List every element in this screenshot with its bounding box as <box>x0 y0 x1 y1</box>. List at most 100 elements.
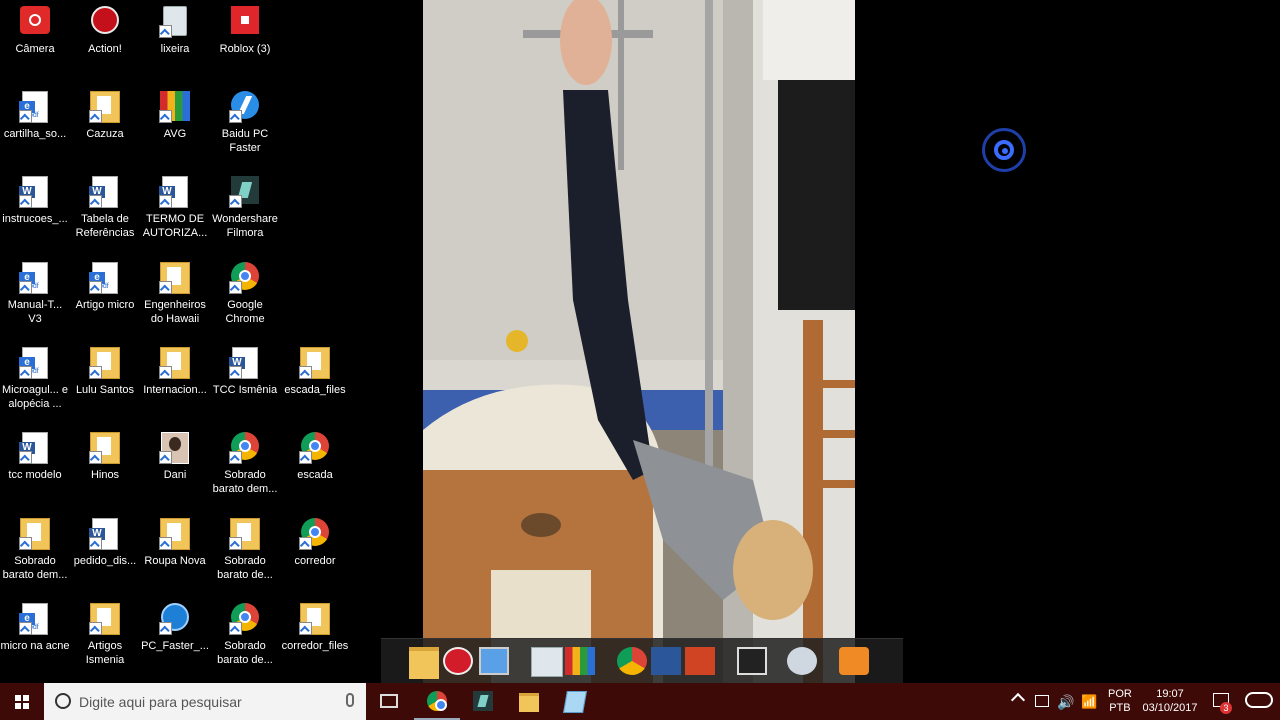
desktop-icon[interactable]: Action! <box>70 0 140 84</box>
video-player-frame[interactable] <box>423 0 855 683</box>
desktop-icon[interactable]: Sobrado barato dem... <box>0 512 70 596</box>
desktop-icon-label: corredor <box>294 555 336 567</box>
folder-icon <box>89 603 121 635</box>
microphone-icon[interactable] <box>346 693 354 707</box>
pdf-icon: e pdf <box>89 262 121 294</box>
folder-icon <box>89 432 121 464</box>
chevron-up-icon[interactable] <box>1010 692 1026 708</box>
pcfaster-icon <box>159 603 191 635</box>
desktop-icon[interactable]: Artigos Ismenia <box>70 597 140 681</box>
chrome-icon <box>229 432 261 464</box>
dock-avg-icon[interactable] <box>565 647 595 675</box>
search-placeholder: Digite aqui para pesquisar <box>79 694 242 710</box>
dock-powerpoint-icon[interactable] <box>685 647 715 675</box>
desktop-icon[interactable]: W Tabela de Referências <box>70 170 140 254</box>
task-view-icon[interactable] <box>380 694 398 708</box>
dock-recycle-bin-icon[interactable] <box>531 647 563 677</box>
desktop-icon[interactable]: Sobrado barato de... <box>210 512 280 596</box>
desktop-icon-label: AVG <box>163 128 187 140</box>
desktop-icon-label: lixeira <box>160 43 190 55</box>
action-icon <box>89 6 121 38</box>
desktop-icon[interactable]: corredor_files <box>280 597 350 681</box>
chrome-icon <box>427 691 447 711</box>
desktop-icon[interactable]: escada_files <box>280 341 350 425</box>
desktop-icon[interactable]: e pdf cartilha_so... <box>0 85 70 169</box>
desktop-icon[interactable]: Dani <box>140 426 210 510</box>
desktop-icon[interactable]: e pdf Artigo micro <box>70 256 140 340</box>
taskbar-app-file-explorer[interactable] <box>506 683 552 720</box>
desktop-icon[interactable]: Wpedido_dis... <box>70 512 140 596</box>
loading-indicator-icon <box>982 128 1026 172</box>
desktop-icon[interactable]: Cazuza <box>70 85 140 169</box>
dock-record-icon[interactable] <box>443 647 473 675</box>
desktop-icon[interactable]: AVG <box>140 85 210 169</box>
chrome-icon <box>299 432 331 464</box>
folder-icon <box>159 262 191 294</box>
word-icon: W <box>159 176 191 208</box>
desktop-icon-label: Manual-T... V3 <box>7 299 63 325</box>
windows-logo-icon <box>15 695 29 709</box>
desktop-icon-label: PC_Faster_... <box>141 640 209 652</box>
dock-paint-icon[interactable] <box>787 647 817 675</box>
desktop-icon[interactable]: W TERMO DE AUTORIZA... <box>140 170 210 254</box>
dock-computer-icon[interactable] <box>479 647 509 675</box>
desktop-icon[interactable]: e pdf Manual-T... V3 <box>0 256 70 340</box>
chrome-icon <box>299 518 331 550</box>
desktop-icon[interactable]: escada <box>280 426 350 510</box>
battery-icon[interactable] <box>1035 695 1049 707</box>
taskbar-app-filmora[interactable] <box>460 683 506 720</box>
desktop-icon-label: Tabela de Referências <box>75 213 135 239</box>
desktop-icon-label: Artigos Ismenia <box>85 640 125 666</box>
start-button[interactable] <box>0 683 44 720</box>
desktop-icon[interactable]: Baidu PC Faster <box>210 85 280 169</box>
taskbar-app-notepad[interactable] <box>552 683 598 720</box>
onedrive-cloud-icon[interactable] <box>1245 692 1273 708</box>
folder-icon <box>159 347 191 379</box>
desktop-icon-label: corredor_files <box>281 640 349 652</box>
desktop-icon[interactable]: Câmera <box>0 0 70 84</box>
desktop-icon[interactable]: Winstrucoes_... <box>0 170 70 254</box>
search-box[interactable]: Digite aqui para pesquisar <box>44 683 366 720</box>
desktop-icon[interactable]: e pdf micro na acne <box>0 597 70 681</box>
desktop-icon[interactable]: Lulu Santos <box>70 341 140 425</box>
desktop-icon-label: Sobrado barato de... <box>217 640 273 666</box>
dock-word-icon[interactable] <box>651 647 681 675</box>
cortana-icon[interactable] <box>55 693 71 709</box>
language-indicator[interactable]: POR PTB <box>1108 687 1132 715</box>
wifi-icon[interactable]: 📶 <box>1081 694 1097 710</box>
desktop-icon[interactable]: W TCC Ismênia <box>210 341 280 425</box>
desktop-icon[interactable]: e pdf Microagul... e alopécia ... <box>0 341 70 425</box>
desktop-icon[interactable]: PC_Faster_... <box>140 597 210 681</box>
desktop-icon-label: Sobrado barato de... <box>217 555 273 581</box>
desktop-icon[interactable]: Wtcc modelo <box>0 426 70 510</box>
desktop-icon[interactable]: Engenheiros do Hawaii <box>140 256 210 340</box>
desktop-icon[interactable]: lixeira <box>140 0 210 84</box>
volume-icon[interactable]: 🔊 <box>1057 694 1074 711</box>
desktop-icon[interactable]: Hinos <box>70 426 140 510</box>
desktop-icon-label: pedido_dis... <box>73 555 137 567</box>
dock-media-player-classic-icon[interactable] <box>737 647 767 675</box>
recycle-icon <box>159 6 191 38</box>
clock-time: 19:07 <box>1156 688 1184 700</box>
desktop-icon-label: Google Chrome <box>225 299 265 325</box>
avg-icon <box>159 91 191 123</box>
taskbar-app-chrome[interactable] <box>414 683 460 720</box>
dock-file-explorer-icon[interactable] <box>409 647 439 679</box>
desktop-icon-label: Internacion... <box>143 384 207 396</box>
desktop-icon[interactable]: Google Chrome <box>210 256 280 340</box>
dock-video-player-icon[interactable] <box>839 647 869 675</box>
desktop-icon[interactable]: Internacion... <box>140 341 210 425</box>
desktop-icon-label: tcc modelo <box>8 469 62 481</box>
desktop-icon[interactable]: corredor <box>280 512 350 596</box>
desktop-icon[interactable]: Roblox (3) <box>210 0 280 84</box>
dock-chrome-icon[interactable] <box>617 647 647 675</box>
desktop-icon[interactable]: Sobrado barato dem... <box>210 426 280 510</box>
roblox-icon <box>229 6 261 38</box>
desktop-icon[interactable]: Roupa Nova <box>140 512 210 596</box>
camera-icon <box>19 6 51 38</box>
desktop-icon[interactable]: Wondershare Filmora <box>210 170 280 254</box>
clock[interactable]: 19:07 03/10/2017 <box>1141 687 1199 715</box>
desktop-icon[interactable]: Sobrado barato de... <box>210 597 280 681</box>
pdf-icon: e pdf <box>19 262 51 294</box>
notepad-icon <box>563 691 587 713</box>
